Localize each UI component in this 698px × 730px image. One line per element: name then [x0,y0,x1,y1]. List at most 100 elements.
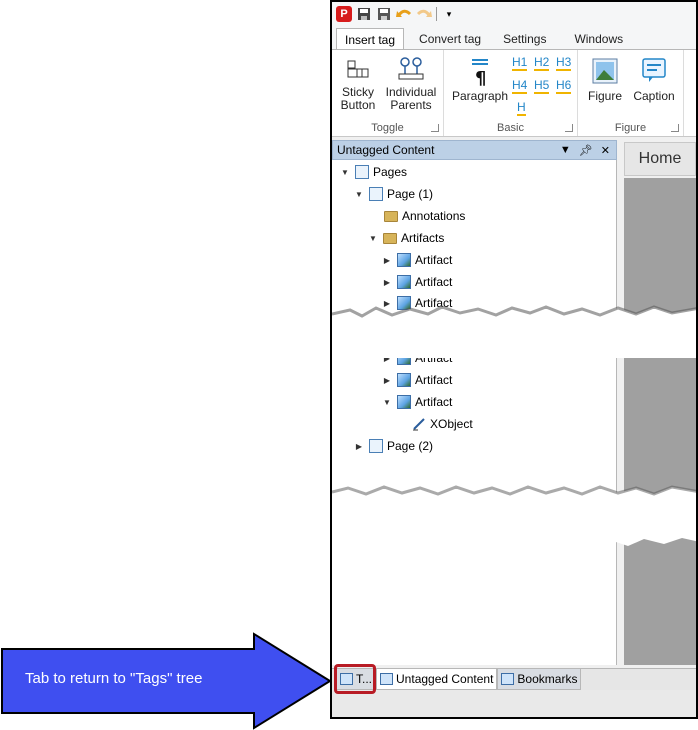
caption-icon [642,58,666,82]
heading-h5-button[interactable]: H5 [534,79,550,94]
group-basic: ¶ Paragraph H1 H2 H3 H4 H5 H6 H Basic [444,50,578,136]
tree-node-artifact[interactable]: ▶ Artifact [382,251,452,269]
tree-node-artifact[interactable]: ▶ Artifact [382,273,452,291]
save-as-icon[interactable] [376,6,392,22]
tree-node-label: Artifact [415,253,453,267]
heading-h-button[interactable]: H [517,101,526,116]
collapse-arrow-icon[interactable]: ▼ [354,189,364,199]
collapse-arrow-icon[interactable]: ▼ [368,233,378,243]
caption-label: Caption [633,89,675,103]
individual-line-1: Individual [385,85,437,99]
collapse-arrow-icon[interactable]: ▼ [340,167,350,177]
tree-node-xobject[interactable]: XObject [412,415,473,433]
heading-h6-button[interactable]: H6 [556,79,572,94]
close-icon[interactable]: ✕ [601,144,610,157]
figure-label: Figure [587,89,622,103]
svg-text:¶: ¶ [475,68,486,86]
tree-node-label: Pages [373,165,408,179]
group-label-toggle: Toggle [371,122,404,134]
quick-access-toolbar: P ▾ [332,2,696,26]
tab-untagged-content[interactable]: Untagged Content [376,669,498,690]
paragraph-button[interactable]: ¶ Paragraph [450,56,510,103]
torn-edge-lower [332,484,696,554]
dialog-launcher-icon[interactable] [565,124,573,132]
expand-arrow-icon[interactable]: ▶ [382,277,392,287]
ribbon-tabs: Insert tag Convert tag Settings Windows [332,26,696,50]
tab-convert-tag[interactable]: Convert tag [410,28,490,50]
tab-insert-tag[interactable]: Insert tag [336,28,405,50]
image-icon [397,253,411,267]
group-label-basic: Basic [497,122,524,134]
sticky-line-1: Sticky [341,85,374,99]
app-logo-icon[interactable]: P [336,6,352,22]
tree-node-artifact[interactable]: ▼ Artifact [382,393,452,411]
individual-parents-button[interactable]: Individual Parents [382,56,440,112]
untagged-content-tree: ▼ Pages ▼ Page (1) Annotations ▼ Artifac… [332,160,617,665]
tree-node-artifact[interactable]: ▶ Artifact [382,371,452,389]
tree-node-label: Artifact [415,373,453,387]
folder-icon [384,210,398,222]
figure-icon [592,58,618,84]
expand-arrow-icon[interactable]: ▶ [354,441,364,451]
individual-line-2: Parents [390,98,432,112]
tree-node-label: Artifact [415,395,453,409]
application-window: P ▾ Insert tag Convert tag Settings Wind… [330,0,698,719]
ribbon-body: Sticky Button Individual Parents Toggle [332,49,696,137]
sticky-line-2: Button [340,98,376,112]
collapse-arrow-icon[interactable]: ▼ [382,397,392,407]
untagged-content-icon [380,673,394,685]
page-icon [355,165,369,179]
folder-icon [383,232,397,244]
image-icon [397,395,411,409]
heading-h1-button[interactable]: H1 [512,56,528,71]
tree-node-label: Artifacts [401,231,445,245]
highlight-box [334,664,376,694]
dialog-launcher-icon[interactable] [671,124,679,132]
tab-bookmarks-label: Bookmarks [517,672,578,686]
tab-untagged-label: Untagged Content [396,672,494,686]
save-icon[interactable] [356,6,372,22]
dialog-launcher-icon[interactable] [431,124,439,132]
group-label-figure: Figure [614,122,647,134]
group-toggle: Sticky Button Individual Parents Toggle [332,50,444,136]
caption-button[interactable]: Caption [630,56,678,103]
tab-bookmarks[interactable]: Bookmarks [497,669,582,690]
torn-edge-upper [332,296,696,358]
tree-node-artifacts[interactable]: ▼ Artifacts [368,229,444,247]
panel-title: Untagged Content [337,143,435,157]
customize-dropdown-icon[interactable]: ▾ [441,6,457,22]
xobject-icon [413,418,425,431]
tab-settings[interactable]: Settings [494,28,555,50]
undo-icon[interactable] [396,6,412,22]
heading-h4-button[interactable]: H4 [512,79,528,94]
toolbar-separator [436,7,437,21]
image-icon [397,373,411,387]
sticky-button[interactable]: Sticky Button [338,56,378,112]
pin-icon[interactable]: 📌︎ [579,144,593,157]
tree-node-page-1[interactable]: ▼ Page (1) [354,185,433,203]
page-icon [369,439,383,453]
redo-icon[interactable] [416,6,432,22]
heading-h3-button[interactable]: H3 [556,56,572,71]
document-tab-home[interactable]: Home [624,142,696,176]
tree-node-page-2[interactable]: ▶ Page (2) [354,437,433,455]
callout-text: Tab to return to "Tags" tree [25,670,203,687]
status-bar [332,690,696,717]
page-icon [369,187,383,201]
figure-button[interactable]: Figure [584,56,626,103]
tree-node-label: XObject [430,417,473,431]
panel-tab-strip: T... Untagged Content Bookmarks [332,668,696,690]
bookmarks-icon [501,673,515,685]
tree-node-annotations[interactable]: Annotations [384,207,465,225]
document-canvas[interactable] [624,178,696,665]
expand-arrow-icon[interactable]: ▶ [382,255,392,265]
sticky-button-icon [347,60,369,78]
untagged-content-panel-header: Untagged Content ▼ 📌︎ ✕ [332,140,617,160]
tab-windows[interactable]: Windows [565,28,632,50]
individual-parents-icon [398,57,424,80]
heading-h2-button[interactable]: H2 [534,56,550,71]
document-area: Home [618,140,696,665]
panel-dropdown-icon[interactable]: ▼ [560,144,571,157]
tree-node-pages[interactable]: ▼ Pages [340,163,407,181]
expand-arrow-icon[interactable]: ▶ [382,375,392,385]
